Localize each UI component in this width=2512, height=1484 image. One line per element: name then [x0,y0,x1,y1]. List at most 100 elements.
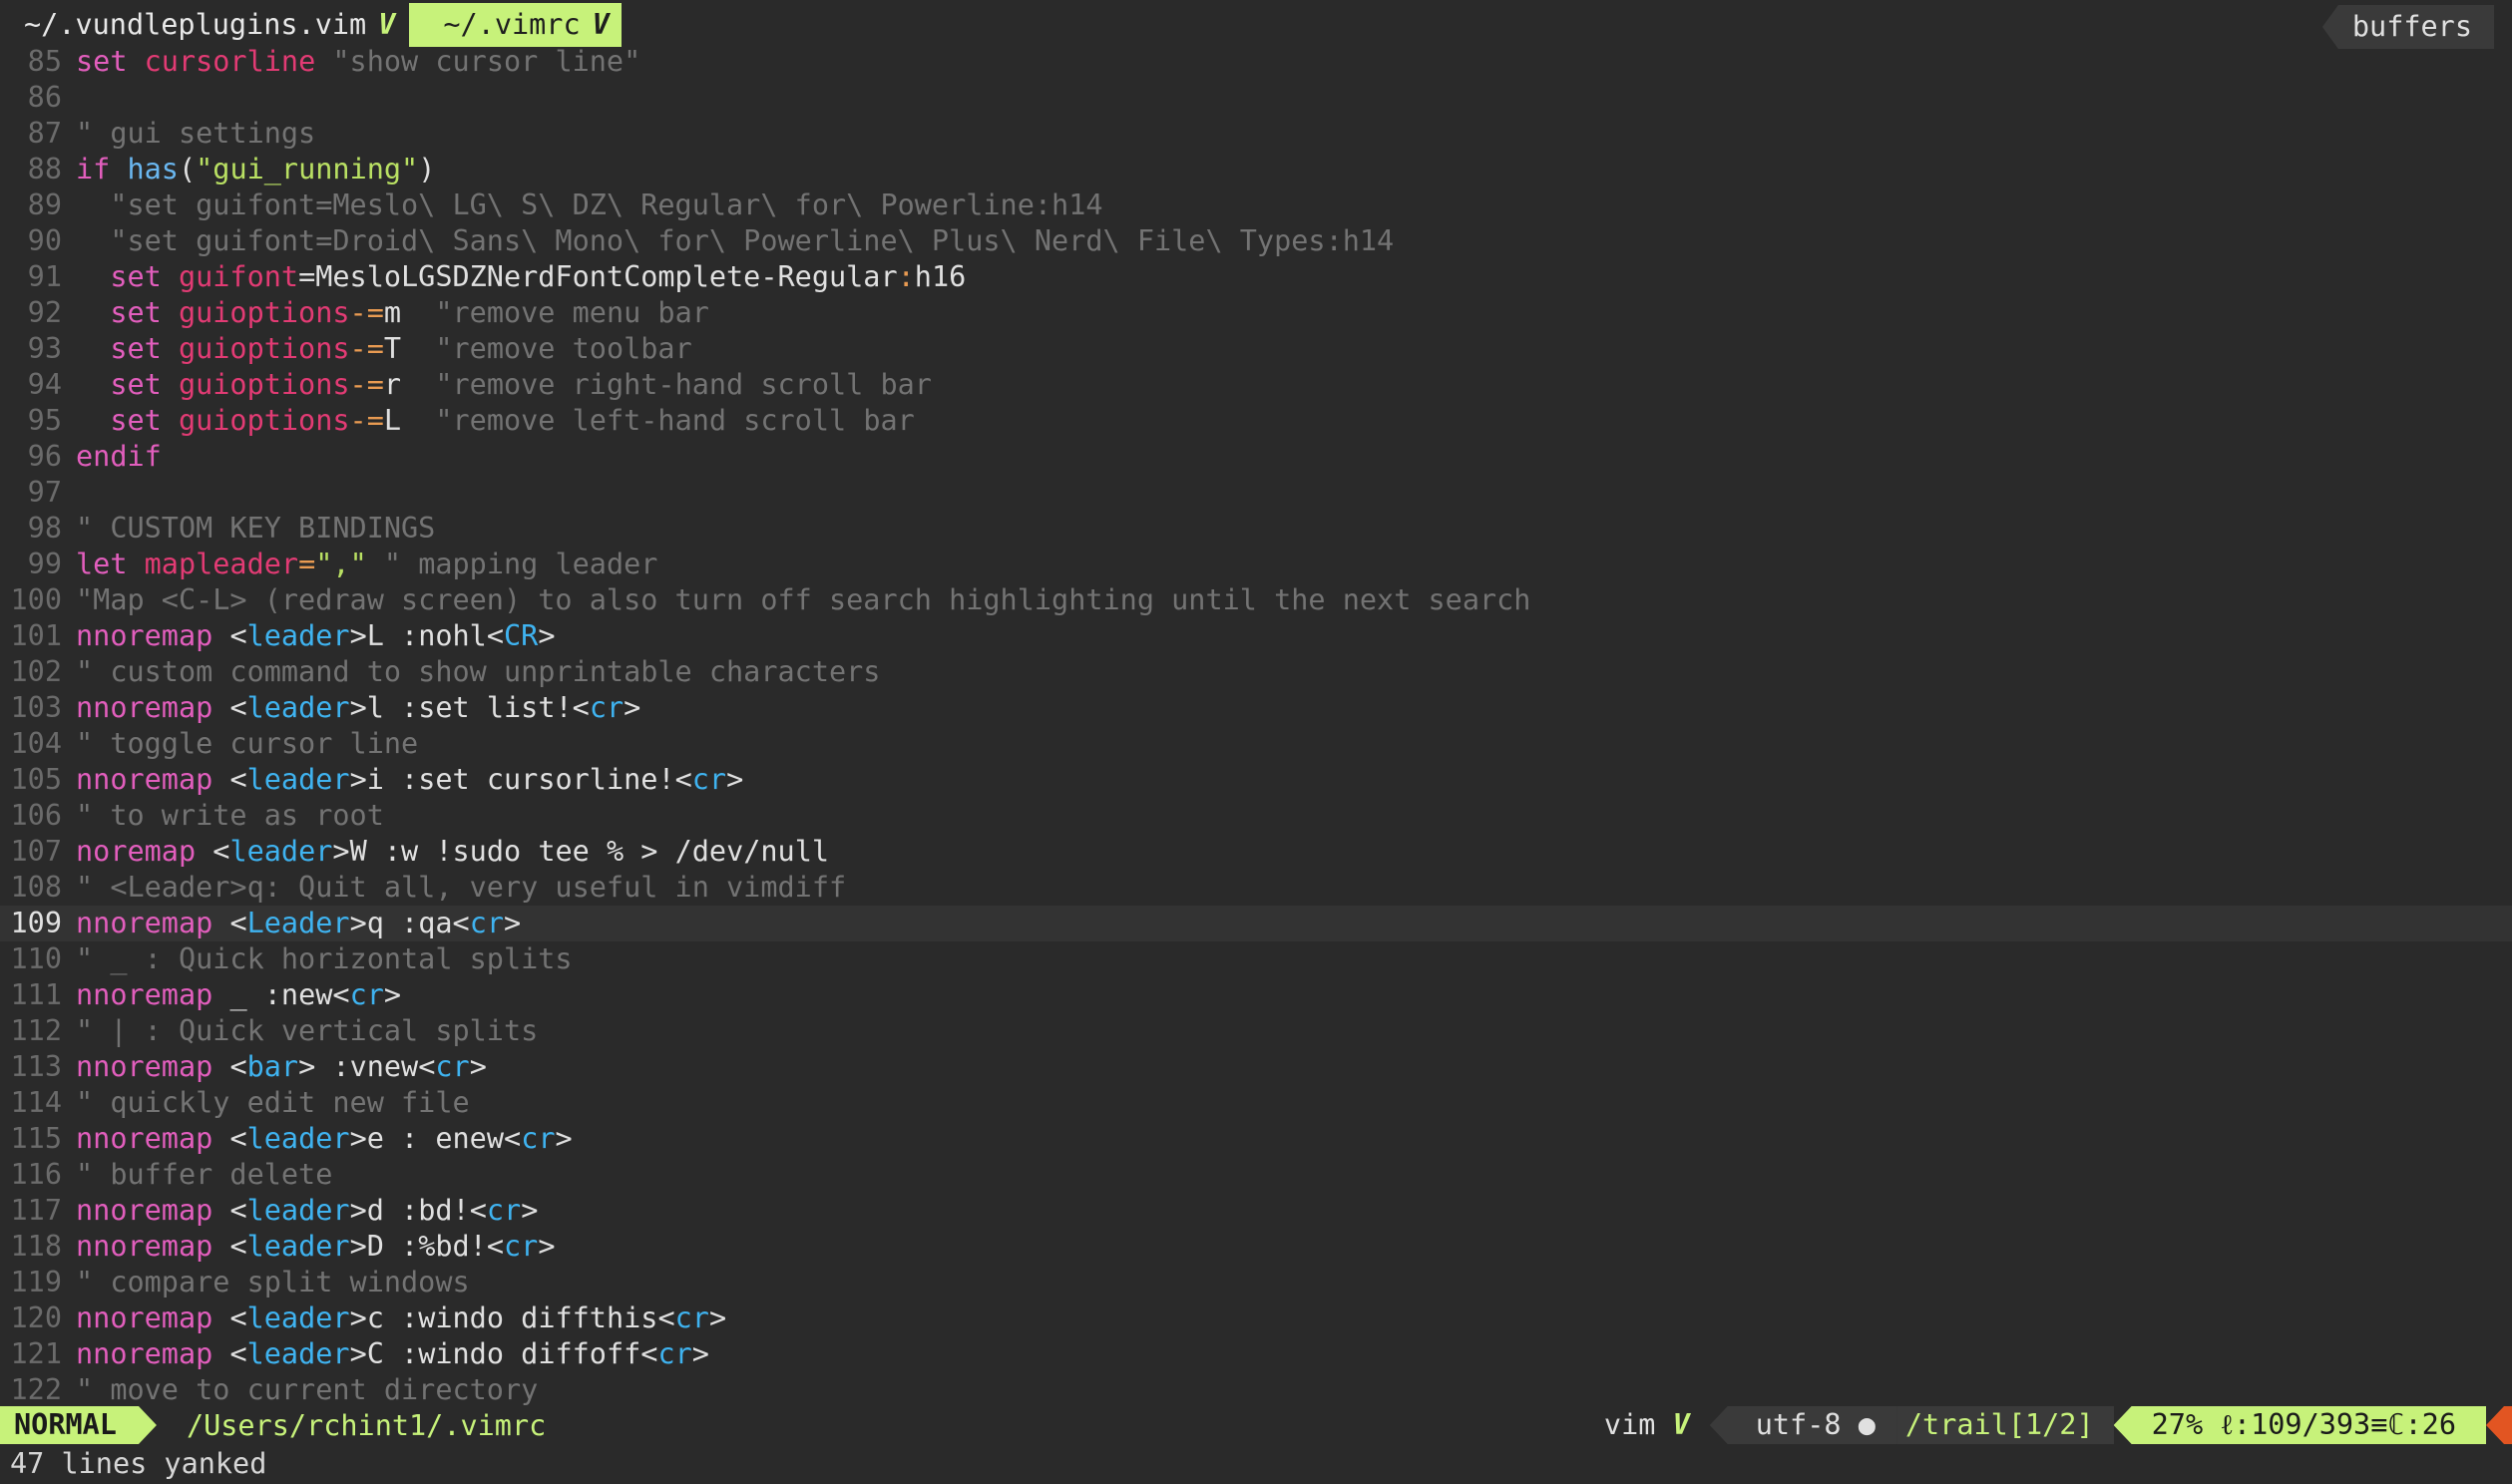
buffers-indicator[interactable]: buffers [2321,5,2494,49]
code-line[interactable]: 108 " <Leader>q: Quit all, very useful in… [0,870,2512,906]
code-token: cr [504,1230,539,1263]
command-line-message: 47 lines yanked [10,1447,267,1480]
code-line[interactable]: 120 nnoremap <leader>c :windo diffthis<cr… [0,1300,2512,1336]
line-code: " compare split windows [76,1265,2512,1300]
line-code: nnoremap <Leader>q :qa<cr> [76,906,2512,941]
code-token: W :w !sudo tee % > /dev/null [349,835,830,868]
code-line[interactable]: 117 nnoremap <leader>d :bd!<cr> [0,1193,2512,1229]
code-token: > [538,1230,556,1263]
line-code: nnoremap <leader>C :windo diffoff<cr> [76,1336,2512,1372]
code-line[interactable]: 111 nnoremap _ :new<cr> [0,977,2512,1013]
code-line[interactable]: 95 set guioptions-=L "remove left-hand s… [0,403,2512,439]
line-code: " move to current directory [76,1372,2512,1406]
code-line[interactable]: 119 " compare split windows [0,1265,2512,1300]
code-line[interactable]: 86 [0,80,2512,116]
code-line[interactable]: 101 nnoremap <leader>L :nohl<CR> [0,618,2512,654]
code-line[interactable]: 92 set guioptions-=m "remove menu bar [0,295,2512,331]
line-number: 120 [10,1301,62,1334]
code-token: nnoremap [76,1301,230,1334]
code-line[interactable]: 98 " CUSTOM KEY BINDINGS [0,511,2512,547]
vim-window: ~/.vundleplugins.vim V ~/.vimrc V buffer… [0,0,2512,1484]
tab-vundleplugins[interactable]: ~/.vundleplugins.vim V [0,3,409,47]
code-line[interactable]: 93 set guioptions-=T "remove toolbar [0,331,2512,367]
line-code: noremap <leader>W :w !sudo tee % > /dev/… [76,834,2512,870]
code-line[interactable]: 114 " quickly edit new file [0,1085,2512,1121]
code-line[interactable]: 122 " move to current directory [0,1372,2512,1406]
code-token: has [127,153,179,186]
code-line[interactable]: 88 if has("gui_running") [0,152,2512,187]
code-line[interactable]: 100 "Map <C-L> (redraw screen) to also tu… [0,582,2512,618]
code-line[interactable]: 96 endif [0,439,2512,475]
code-token: set [76,260,179,293]
line-number: 97 [27,476,62,509]
line-number: 96 [27,440,62,473]
code-line[interactable]: 115 nnoremap <leader>e : enew<cr> [0,1121,2512,1157]
line-number: 107 [10,835,62,868]
line-number: 104 [10,727,62,760]
code-line[interactable]: 121 nnoremap <leader>C :windo diffoff<cr> [0,1336,2512,1372]
line-number: 117 [10,1194,62,1227]
code-line[interactable]: 91 set guifont=MesloLGSDZNerdFontComplet… [0,259,2512,295]
code-line[interactable]: 113 nnoremap <bar> :vnew<cr> [0,1049,2512,1085]
line-number: 88 [27,153,62,186]
mode-indicator: NORMAL [0,1406,157,1444]
code-token: nnoremap [76,978,230,1011]
code-line[interactable]: 110 " _ : Quick horizontal splits [0,941,2512,977]
line-code: let mapleader="," " mapping leader [76,547,2512,582]
code-token: " <Leader>q: Quit all, very useful in vi… [76,871,847,904]
code-line[interactable]: 106 " to write as root [0,798,2512,834]
code-token: < [229,1194,247,1227]
code-line[interactable]: 87 " gui settings [0,116,2512,152]
code-line[interactable]: 99 let mapleader="," " mapping leader [0,547,2512,582]
code-token: = [298,548,316,580]
code-token: < [674,763,692,796]
code-line[interactable]: 109 nnoremap <Leader>q :qa<cr> [0,906,2512,941]
code-token: " CUSTOM KEY BINDINGS [76,512,436,545]
code-token: noremap [76,835,213,868]
line-code: " toggle cursor line [76,726,2512,762]
line-code: "set guifont=Meslo\ LG\ S\ DZ\ Regular\ … [76,187,2512,223]
code-line[interactable]: 107 noremap <leader>W :w !sudo tee % > /d… [0,834,2512,870]
tab-vimrc[interactable]: ~/.vimrc V [409,3,622,47]
code-line[interactable]: 90 "set guifont=Droid\ Sans\ Mono\ for\ … [0,223,2512,259]
line-code: " CUSTOM KEY BINDINGS [76,511,2512,547]
code-line[interactable]: 89 "set guifont=Meslo\ LG\ S\ DZ\ Regula… [0,187,2512,223]
line-code: nnoremap <leader>e : enew<cr> [76,1121,2512,1157]
code-line[interactable]: 112 " | : Quick vertical splits [0,1013,2512,1049]
editor-buffer[interactable]: 85 set cursorline "show cursor line" 86 87 "… [0,44,2512,1406]
line-code: "set guifont=Droid\ Sans\ Mono\ for\ Pow… [76,223,2512,259]
code-line[interactable]: 102 " custom command to show unprintable … [0,654,2512,690]
code-line[interactable]: 104 " toggle cursor line [0,726,2512,762]
code-line[interactable]: 103 nnoremap <leader>l :set list!<cr> [0,690,2512,726]
code-token: " quickly edit new file [76,1086,470,1119]
column-position: ℂ:26 [2387,1408,2456,1441]
code-line[interactable]: 105 nnoremap <leader>i :set cursorline!<c… [0,762,2512,798]
code-token: nnoremap [76,1230,230,1263]
code-token: ) [418,153,436,186]
code-token: guioptions [178,404,350,437]
code-token: " | : Quick vertical splits [76,1014,539,1047]
code-token: < [229,1122,247,1155]
tab-label: ~/.vimrc [443,8,581,41]
position-segment: 27% ℓ:109/393≡ℂ:26 [2113,1406,2486,1444]
code-token: _ :new [229,978,333,1011]
code-token: m [383,296,436,329]
code-token: < [332,978,350,1011]
line-number: 114 [10,1086,62,1119]
code-token: cr [486,1194,522,1227]
code-token: > [349,691,367,724]
code-line[interactable]: 116 " buffer delete [0,1157,2512,1193]
code-token: < [229,691,247,724]
code-token: CR [504,619,539,652]
code-token: leader [246,1301,350,1334]
code-token: bar [246,1050,299,1083]
code-line[interactable]: 118 nnoremap <leader>D :%bd!<cr> [0,1229,2512,1265]
code-token: q :qa [366,907,453,939]
line-number: 91 [27,260,62,293]
encoding-label: utf-8 [1755,1408,1842,1441]
code-token: " mapping leader [383,548,658,580]
code-line[interactable]: 85 set cursorline "show cursor line" [0,44,2512,80]
code-token: < [504,1122,522,1155]
code-line[interactable]: 97 [0,475,2512,511]
code-line[interactable]: 94 set guioptions-=r "remove right-hand … [0,367,2512,403]
